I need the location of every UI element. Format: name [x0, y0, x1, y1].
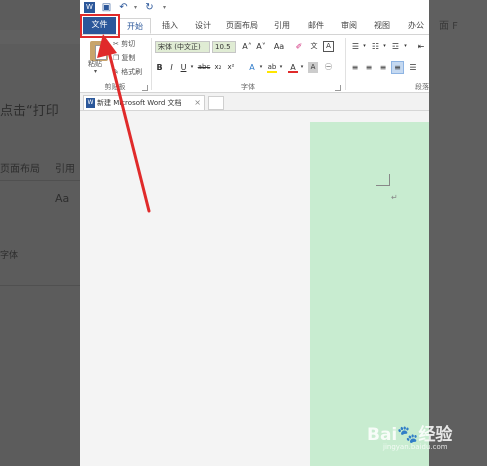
baidu-watermark: Bai🐾经验 — [367, 425, 453, 445]
watermark-text: Bai — [367, 425, 398, 445]
annotation-arrow — [97, 34, 151, 213]
watermark-subtext: jingyan.baidu.com — [383, 443, 448, 451]
watermark-text-2: 经验 — [418, 425, 453, 445]
